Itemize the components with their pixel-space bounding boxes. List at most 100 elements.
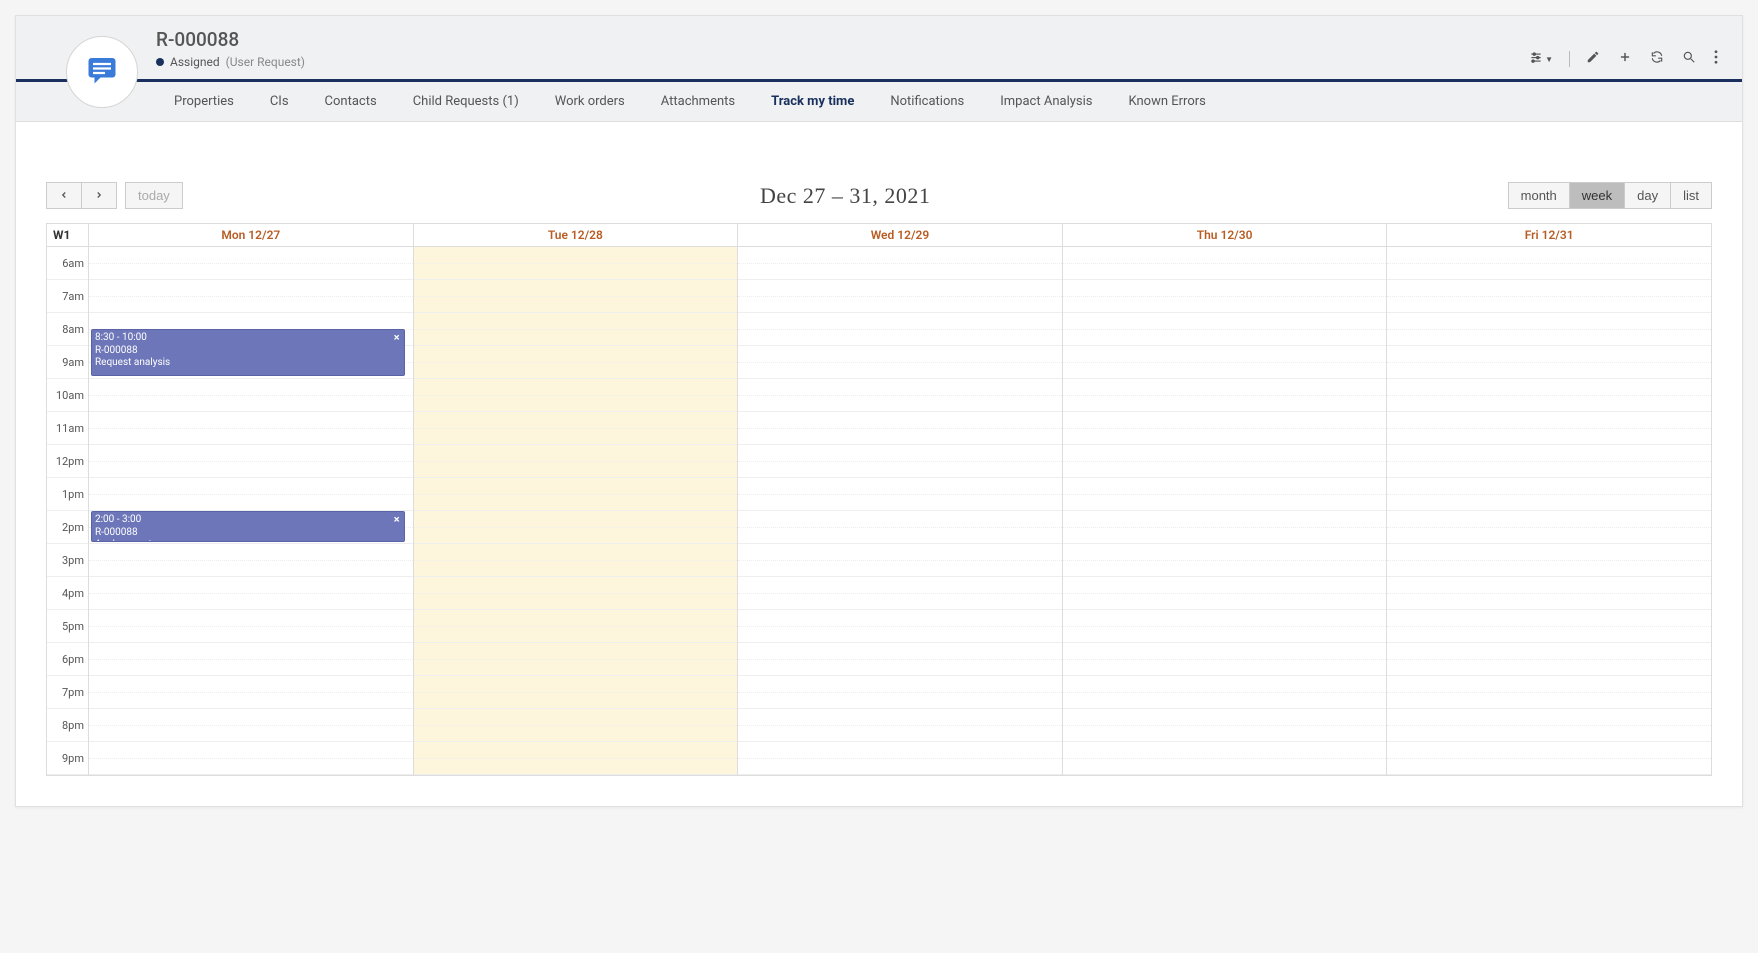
search-button[interactable] <box>1676 46 1702 72</box>
hour-slot[interactable] <box>414 247 738 280</box>
hour-slot[interactable] <box>89 643 413 676</box>
day-column[interactable] <box>738 247 1063 775</box>
tab-attachments[interactable]: Attachments <box>643 82 753 121</box>
hour-slot[interactable] <box>1063 577 1387 610</box>
hour-slot[interactable] <box>1063 313 1387 346</box>
hour-slot[interactable] <box>738 445 1062 478</box>
close-icon[interactable]: × <box>394 513 400 527</box>
hour-slot[interactable] <box>738 280 1062 313</box>
hour-slot[interactable] <box>1063 346 1387 379</box>
hour-slot[interactable] <box>738 676 1062 709</box>
refresh-button[interactable] <box>1644 46 1670 72</box>
today-button[interactable]: today <box>125 182 183 209</box>
hour-slot[interactable] <box>1063 643 1387 676</box>
hour-slot[interactable] <box>89 709 413 742</box>
tab-contacts[interactable]: Contacts <box>307 82 395 121</box>
hour-slot[interactable] <box>1063 610 1387 643</box>
hour-slot[interactable] <box>738 577 1062 610</box>
next-button[interactable] <box>82 182 117 209</box>
view-day-button[interactable]: day <box>1625 182 1671 209</box>
hour-slot[interactable] <box>414 709 738 742</box>
hour-slot[interactable] <box>738 313 1062 346</box>
hour-slot[interactable] <box>1063 742 1387 775</box>
add-button[interactable] <box>1612 46 1638 72</box>
tab-properties[interactable]: Properties <box>156 82 252 121</box>
hour-slot[interactable] <box>1063 379 1387 412</box>
hour-slot[interactable] <box>89 280 413 313</box>
hour-slot[interactable] <box>738 247 1062 280</box>
tab-cis[interactable]: CIs <box>252 82 307 121</box>
hour-slot[interactable] <box>738 478 1062 511</box>
close-icon[interactable]: × <box>394 331 400 345</box>
tab-track-my-time[interactable]: Track my time <box>753 82 872 121</box>
hour-slot[interactable] <box>1063 709 1387 742</box>
day-column[interactable] <box>1387 247 1711 775</box>
calendar-event[interactable]: ×8:30 - 10:00R-000088Request analysis <box>91 329 405 376</box>
hour-slot[interactable] <box>414 544 738 577</box>
hour-slot[interactable] <box>1063 247 1387 280</box>
hour-slot[interactable] <box>1063 544 1387 577</box>
calendar-event[interactable]: ×2:00 - 3:00R-000088Analyse customer ans… <box>91 511 405 542</box>
hour-slot[interactable] <box>738 412 1062 445</box>
hour-slot[interactable] <box>89 247 413 280</box>
hour-slot[interactable] <box>414 478 738 511</box>
view-month-button[interactable]: month <box>1508 182 1570 209</box>
hour-slot[interactable] <box>89 610 413 643</box>
hour-slot[interactable] <box>1387 412 1711 445</box>
hour-slot[interactable] <box>1387 280 1711 313</box>
day-column[interactable] <box>414 247 739 775</box>
hour-slot[interactable] <box>1387 610 1711 643</box>
hour-slot[interactable] <box>1387 445 1711 478</box>
hour-slot[interactable] <box>414 511 738 544</box>
hour-slot[interactable] <box>738 346 1062 379</box>
tab-known-errors[interactable]: Known Errors <box>1110 82 1223 121</box>
hour-slot[interactable] <box>1063 511 1387 544</box>
hour-slot[interactable] <box>414 412 738 445</box>
hour-slot[interactable] <box>1063 280 1387 313</box>
hour-slot[interactable] <box>738 511 1062 544</box>
day-column[interactable] <box>1063 247 1388 775</box>
tab-work-orders[interactable]: Work orders <box>537 82 643 121</box>
hour-slot[interactable] <box>1387 544 1711 577</box>
hour-slot[interactable] <box>89 676 413 709</box>
hour-slot[interactable] <box>1063 412 1387 445</box>
edit-button[interactable] <box>1580 46 1606 72</box>
hour-slot[interactable] <box>738 643 1062 676</box>
tab-child-requests-1-[interactable]: Child Requests (1) <box>395 82 537 121</box>
hour-slot[interactable] <box>1387 676 1711 709</box>
hour-slot[interactable] <box>738 610 1062 643</box>
tab-impact-analysis[interactable]: Impact Analysis <box>982 82 1110 121</box>
hour-slot[interactable] <box>738 742 1062 775</box>
hour-slot[interactable] <box>89 577 413 610</box>
hour-slot[interactable] <box>89 445 413 478</box>
hour-slot[interactable] <box>414 742 738 775</box>
day-column[interactable]: ×8:30 - 10:00R-000088Request analysis ×2:… <box>89 247 414 775</box>
hour-slot[interactable] <box>1063 478 1387 511</box>
hour-slot[interactable] <box>1387 247 1711 280</box>
more-button[interactable] <box>1708 46 1724 72</box>
hour-slot[interactable] <box>414 445 738 478</box>
view-list-button[interactable]: list <box>1671 182 1712 209</box>
hour-slot[interactable] <box>1387 346 1711 379</box>
hour-slot[interactable] <box>414 676 738 709</box>
hour-slot[interactable] <box>1387 313 1711 346</box>
prev-button[interactable] <box>46 182 82 209</box>
hour-slot[interactable] <box>89 379 413 412</box>
hour-slot[interactable] <box>1387 742 1711 775</box>
hour-slot[interactable] <box>1387 511 1711 544</box>
hour-slot[interactable] <box>1387 709 1711 742</box>
hour-slot[interactable] <box>414 577 738 610</box>
view-week-button[interactable]: week <box>1570 182 1625 209</box>
hour-slot[interactable] <box>89 544 413 577</box>
hour-slot[interactable] <box>738 544 1062 577</box>
hour-slot[interactable] <box>414 610 738 643</box>
hour-slot[interactable] <box>414 280 738 313</box>
hour-slot[interactable] <box>89 412 413 445</box>
hour-slot[interactable] <box>414 379 738 412</box>
filter-dropdown-button[interactable]: ▼ <box>1523 46 1559 72</box>
hour-slot[interactable] <box>1063 445 1387 478</box>
hour-slot[interactable] <box>414 643 738 676</box>
hour-slot[interactable] <box>1387 478 1711 511</box>
hour-slot[interactable] <box>89 478 413 511</box>
hour-slot[interactable] <box>1063 676 1387 709</box>
